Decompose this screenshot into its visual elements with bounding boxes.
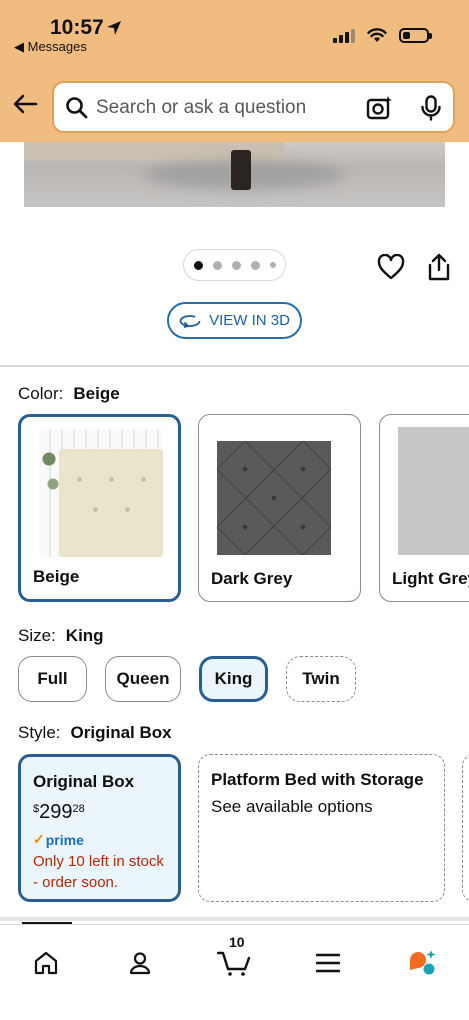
price-whole: 299 [39,801,73,823]
status-time: 10:57 [50,16,104,39]
wifi-icon [367,28,387,42]
color-label: Color: [18,384,64,403]
style-label: Style: [18,723,61,742]
size-option-twin[interactable]: Twin [286,656,356,702]
light-grey-headboard-image [398,427,469,555]
rufus-tab[interactable] [398,939,446,987]
style-option-title: Original Box [33,772,135,791]
style-selected-value: Original Box [70,723,172,742]
prime-label: prime [45,831,84,848]
size-label-row: Size: King [18,626,104,646]
prime-badge: ✓ prime [33,831,84,848]
status-indicators [333,28,432,43]
color-option-light-grey[interactable]: Light Grey [379,414,469,602]
style-label-row: Style: Original Box [18,723,172,743]
pager-dot[interactable] [231,260,241,270]
cellular-signal-icon [333,28,355,43]
rufus-icon [410,950,436,975]
menu-tab[interactable] [304,939,352,987]
section-divider [0,365,469,367]
color-option-beige[interactable]: Beige [18,414,181,602]
price-currency: $ [33,803,40,815]
style-option-original-box[interactable]: Original Box $29928 ✓ prime Only 10 left … [18,754,181,902]
pager-dot[interactable] [193,260,203,270]
camera-lens-icon[interactable] [366,95,394,121]
cart-count-badge: 10 [229,934,245,950]
style-option-title: Platform Bed with Storage [211,770,424,789]
view-in-3d-label: VIEW IN 3D [209,312,290,329]
tufting-pattern [216,440,332,556]
product-image[interactable] [24,142,445,207]
menu-icon [316,953,340,973]
search-bar[interactable] [52,81,455,133]
color-option-name: Beige [33,567,80,586]
search-icon [66,97,88,119]
stock-status: Only 10 left in stock - order soon. [33,853,164,891]
microphone-icon[interactable] [420,95,442,121]
bed-leg-image [231,150,251,190]
style-option-platform-bed[interactable]: Platform Bed with Storage See available … [198,754,445,902]
view-in-3d-button[interactable]: VIEW IN 3D [167,302,302,339]
back-arrow-icon[interactable] [12,94,38,114]
color-option-name: Dark Grey [211,569,293,588]
rotate-3d-icon [179,314,201,328]
prime-check-icon: ✓ [33,831,45,847]
pager-dot[interactable] [212,260,222,270]
bottom-separator [0,917,469,926]
location-arrow-icon [107,21,121,35]
pager-dot[interactable] [250,260,260,270]
back-to-messages[interactable]: ◀ Messages [14,39,87,55]
battery-level [403,32,410,39]
account-icon [129,952,151,975]
size-option-queen[interactable]: Queen [105,656,181,702]
price: $29928 [33,801,85,824]
home-tab[interactable] [22,939,70,987]
cart-icon [217,951,251,976]
battery-icon [399,28,432,43]
home-icon [34,951,58,975]
image-pager[interactable] [183,249,286,281]
color-option-name: Light Grey [392,569,469,588]
header: 10:57 ◀ Messages [0,0,469,142]
size-option-full[interactable]: Full [18,656,87,702]
style-option-more[interactable] [462,754,469,902]
size-label: Size: [18,626,56,645]
pager-dot[interactable] [269,262,276,268]
color-selected-value: Beige [73,384,120,403]
price-fraction: 28 [72,803,85,815]
color-option-dark-grey[interactable]: Dark Grey [198,414,361,602]
heart-icon[interactable] [377,254,405,280]
size-selected-value: King [65,626,104,645]
search-input[interactable] [96,95,346,121]
color-label-row: Color: Beige [18,384,120,404]
beige-headboard-image [39,429,163,557]
size-option-king[interactable]: King [199,656,268,702]
style-option-subtitle: See available options [211,797,373,816]
dark-grey-headboard-image [216,440,332,556]
share-icon[interactable] [427,253,451,281]
account-tab[interactable] [116,939,164,987]
